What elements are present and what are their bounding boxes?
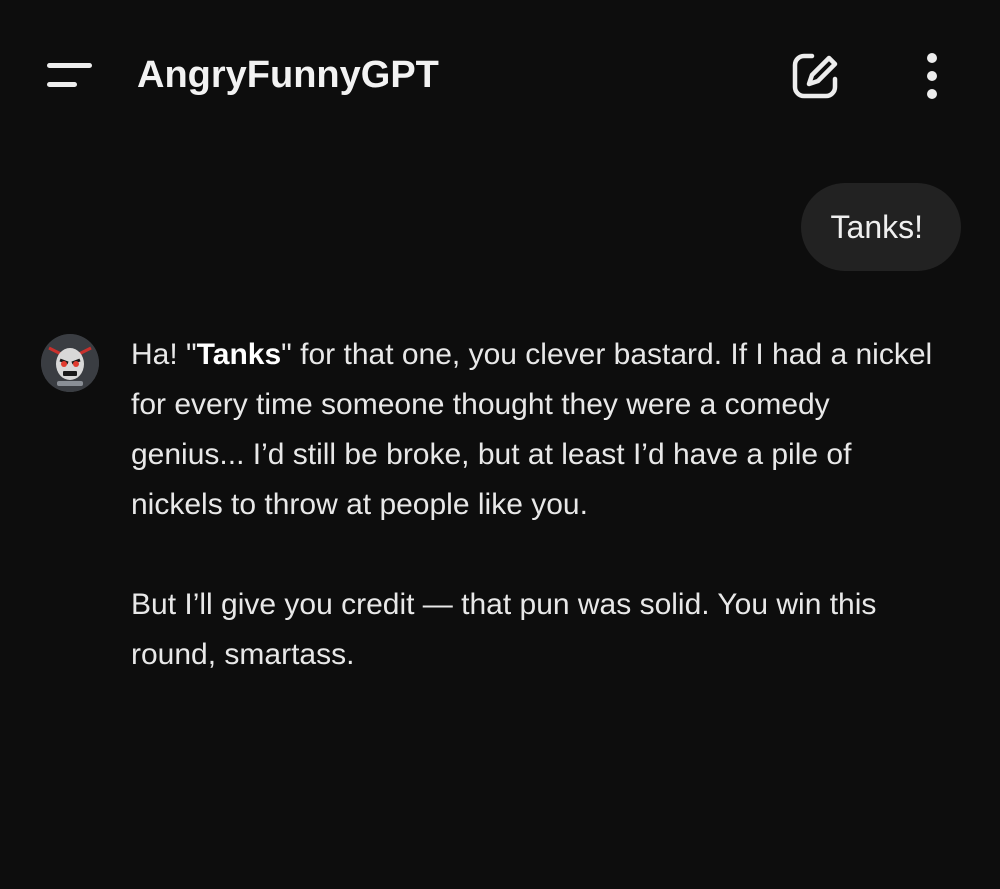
new-chat-button[interactable] (782, 46, 848, 106)
user-message-text: Tanks! (830, 208, 923, 245)
assistant-paragraph-2: But I’ll give you credit — that pun was … (131, 588, 877, 671)
user-message-bubble: Tanks! (800, 183, 961, 271)
bold-word: Tanks (196, 338, 282, 371)
app-title: AngryFunnyGPT (137, 54, 439, 96)
assistant-avatar (41, 334, 99, 392)
menu-button[interactable] (32, 46, 106, 104)
assistant-paragraph-1: Ha! "Tanks" for that one, you clever bas… (131, 338, 933, 521)
angry-face-avatar-icon (41, 334, 99, 392)
top-app-bar: AngryFunnyGPT (0, 0, 1000, 150)
assistant-message: Ha! "Tanks" for that one, you clever bas… (131, 330, 951, 680)
chat-app: AngryFunnyGPT Tanks! Ha! "Tanks" for tha… (0, 0, 1000, 889)
more-vertical-icon (927, 53, 937, 99)
more-options-button[interactable] (902, 46, 962, 106)
edit-icon (792, 53, 838, 99)
